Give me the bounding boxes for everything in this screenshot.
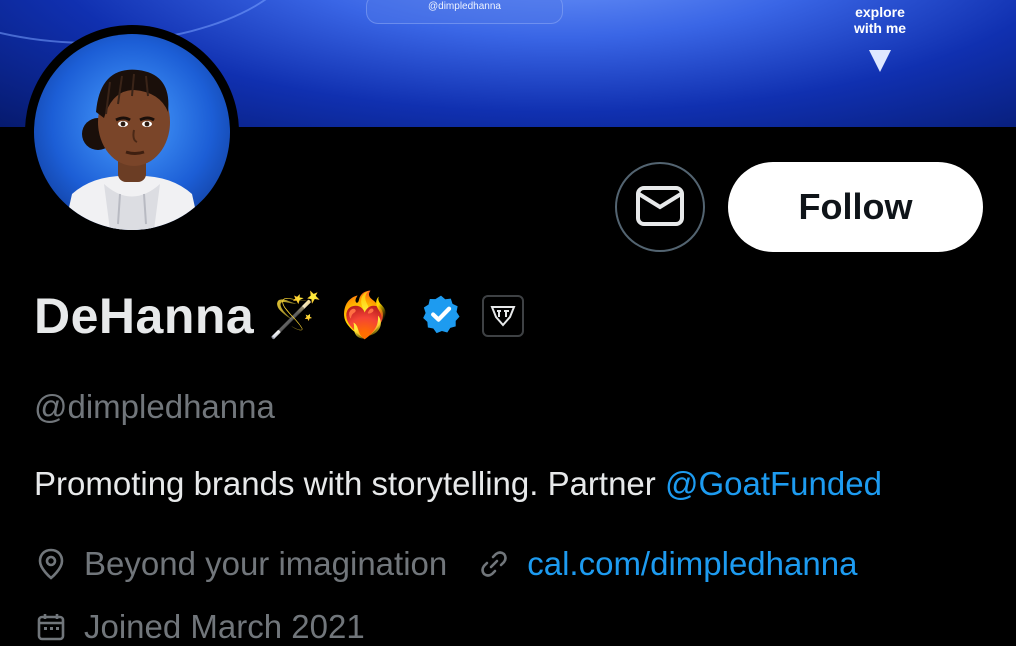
banner-cta-line2: with me [853,20,907,36]
affiliate-badge-icon[interactable] [481,295,524,337]
user-handle: @dimpledhanna [34,388,275,425]
follow-button[interactable]: Follow [728,162,983,252]
banner-handle-text: @dimpledhanna [366,0,563,24]
joined-date-row: Joined March 2021 [34,608,365,646]
calendar-icon [34,610,68,644]
display-name-row: DeHanna 🪄 ❤️‍🔥 [34,284,524,348]
location-text: Beyond your imagination [84,545,448,582]
link-icon [477,547,511,581]
location-pin-icon [34,547,68,581]
envelope-icon [635,185,685,230]
joined-text: Joined March 2021 [84,608,365,645]
banner-cta-text: explore with me [830,4,930,36]
display-name: DeHanna [34,288,255,344]
down-arrow-icon [869,50,891,72]
profile-meta-row: Beyond your imagination cal.com/dimpledh… [34,545,857,583]
avatar[interactable] [25,25,239,239]
verified-badge-icon[interactable] [420,293,462,340]
bio: Promoting brands with storytelling. Part… [34,465,882,503]
bio-mention-link[interactable]: @GoatFunded [665,465,882,502]
heart-on-fire-emoji: ❤️‍🔥 [337,291,392,340]
bio-text: Promoting brands with storytelling. Part… [34,465,665,502]
website-link[interactable]: cal.com/dimpledhanna [527,545,857,583]
magic-wand-emoji: 🪄 [268,291,324,340]
avatar-image [34,34,230,230]
message-button[interactable] [615,162,705,252]
banner-cta-line1: explore [855,4,905,20]
